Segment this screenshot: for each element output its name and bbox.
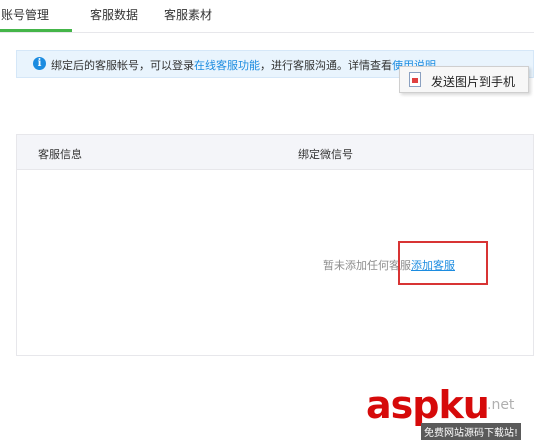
notice-text: 绑定后的客服帐号，可以登录在线客服功能，进行客服沟通。详情查看使用说明	[51, 57, 436, 73]
watermark-logo: aspku	[366, 383, 490, 427]
tab-account-management[interactable]: 账号管理	[1, 6, 49, 23]
context-menu: 发送图片到手机	[399, 66, 529, 93]
tab-divider	[0, 32, 534, 33]
info-icon: i	[33, 57, 46, 70]
notice-text-middle: ，进行客服沟通。详情查看	[260, 59, 392, 72]
tab-bar: 账号管理 客服数据 客服素材	[0, 0, 534, 33]
online-service-link[interactable]: 在线客服功能	[194, 59, 260, 72]
image-file-icon	[409, 72, 421, 87]
tab-service-materials[interactable]: 客服素材	[164, 6, 212, 23]
tab-service-data[interactable]: 客服数据	[90, 6, 138, 23]
watermark: aspku .net 免费网站源码下载站!	[366, 383, 534, 441]
send-image-to-phone-menu-item[interactable]: 发送图片到手机	[431, 73, 515, 90]
table-header: 客服信息 绑定微信号	[17, 135, 533, 170]
watermark-caption: 免费网站源码下载站!	[421, 423, 522, 440]
highlight-annotation	[398, 241, 488, 285]
column-header-wechat-id: 绑定微信号	[298, 148, 353, 161]
watermark-domain: .net	[487, 397, 515, 413]
notice-text-before: 绑定后的客服帐号，可以登录	[51, 59, 194, 72]
column-header-service-info: 客服信息	[38, 148, 82, 161]
